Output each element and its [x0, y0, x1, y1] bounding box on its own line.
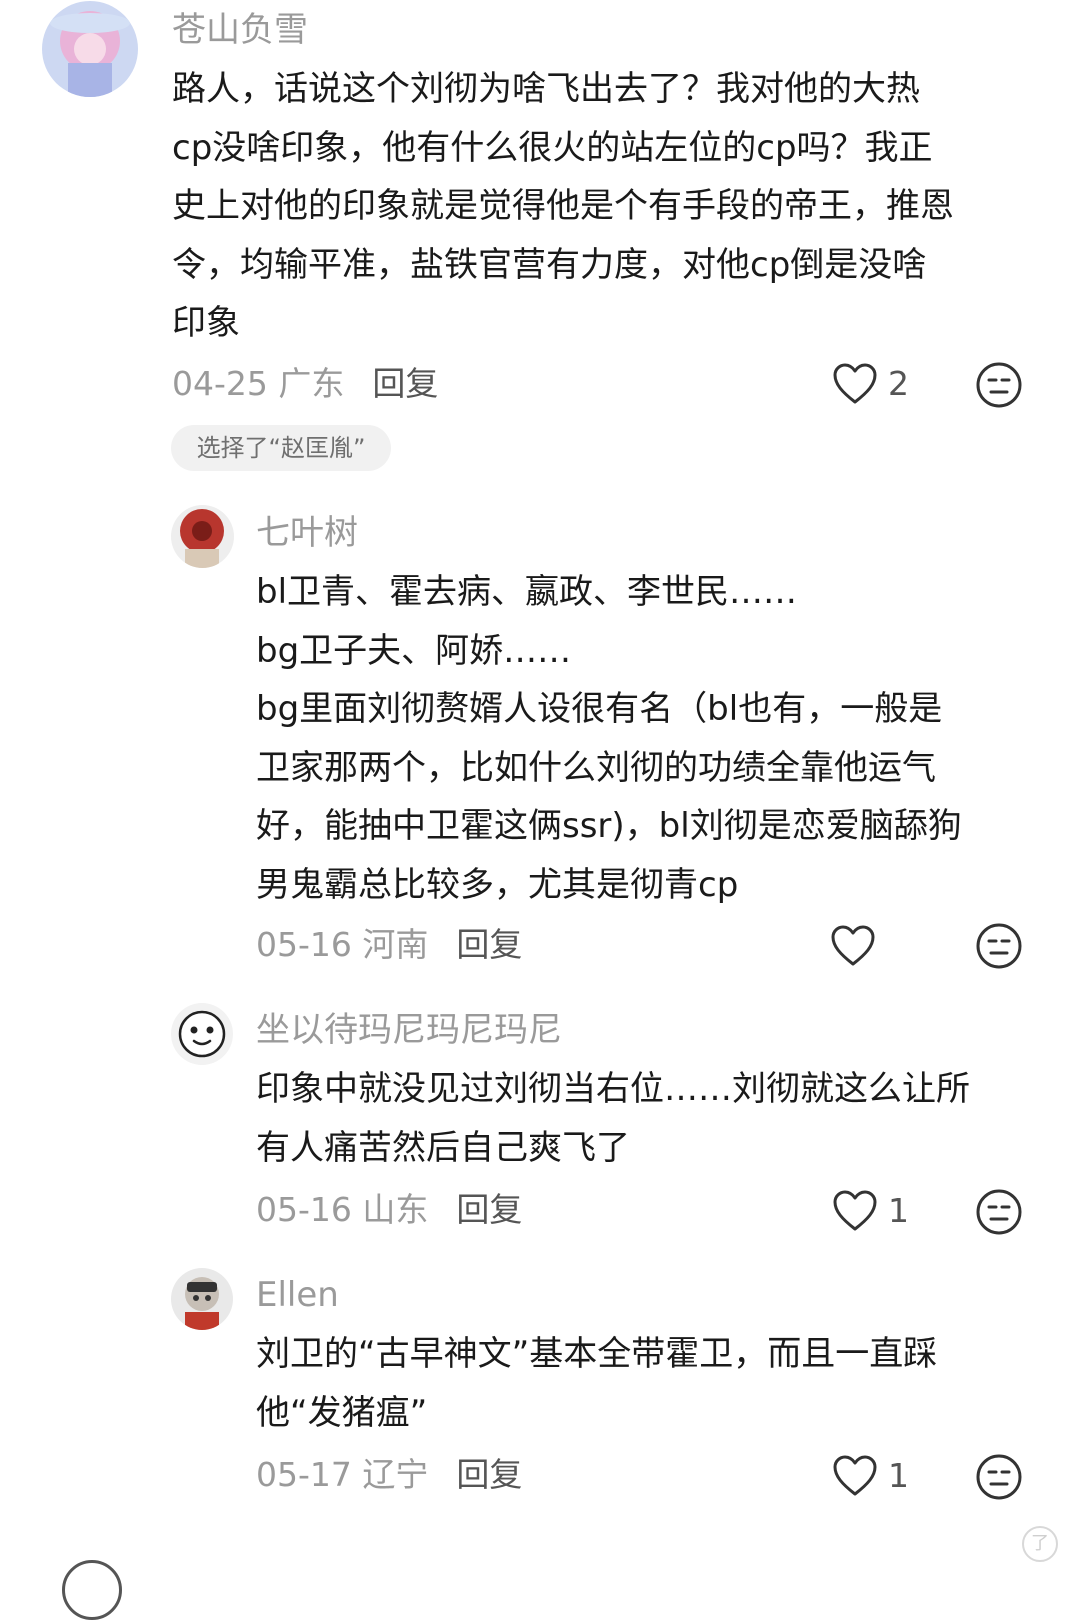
date-location: 05-16 河南 [256, 925, 429, 964]
text-line: bg里面刘彻赘婿人设很有名（bl也有，一般是 [256, 689, 943, 729]
dislike-button[interactable] [975, 361, 1023, 409]
heart-outline-icon [833, 1190, 877, 1231]
text-line: 路人，话说这个刘彻为啥飞出去了？我对他的大热 [172, 69, 920, 109]
text-line: 他“发猪瘟” [256, 1392, 428, 1433]
text-line: 刘卫的“古早神文”基本全带霍卫，而且一直踩 [256, 1334, 938, 1374]
watermark-logo: 了 [1022, 1526, 1058, 1562]
text-line: 有人痛苦然后自己爽飞了 [256, 1127, 630, 1168]
text-line: 印象中就没见过刘彻当右位……刘彻就这么让所 [256, 1069, 970, 1109]
comment-text: 印象中就没见过刘彻当右位……刘彻就这么让所 有人痛苦然后自己爽飞了 [256, 1060, 970, 1177]
text-line: 印象 [172, 303, 240, 343]
text-line: 史上对他的印象就是觉得他是个有手段的帝王，推恩 [172, 186, 954, 226]
heart-outline-icon [831, 925, 875, 966]
text-line: 卫家那两个，比如什么刘彻的功绩全靠他运气 [256, 747, 936, 788]
neutral-face-icon [976, 1454, 1022, 1500]
text-line: 男鬼霸总比较多，尤其是彻青cp [256, 864, 739, 905]
avatar[interactable] [171, 1268, 233, 1330]
comment-text: bl卫青、霍去病、嬴政、李世民…… bg卫子夫、阿娇…… bg里面刘彻赘婿人设很… [256, 563, 962, 914]
like-button[interactable]: 2 [832, 362, 909, 406]
like-count: 1 [888, 1456, 909, 1495]
vote-chip: 选择了“赵匡胤” [171, 425, 391, 471]
neutral-face-icon [976, 362, 1022, 408]
avatar[interactable] [171, 1003, 233, 1065]
dislike-button[interactable] [975, 1453, 1023, 1501]
avatar-cartoon-face-icon [171, 1003, 233, 1065]
like-count: 2 [888, 364, 909, 403]
comment-meta: 05-16 河南 回复 [256, 925, 522, 965]
username[interactable]: 苍山负雪 [172, 10, 308, 50]
comment-meta: 05-16 山东 回复 [256, 1190, 522, 1230]
comment-text: 刘卫的“古早神文”基本全带霍卫，而且一直踩 他“发猪瘟” [256, 1325, 937, 1442]
heart-outline-icon [833, 1455, 877, 1496]
neutral-face-icon [976, 1189, 1022, 1235]
avatar-anime-girl-icon [42, 1, 138, 97]
like-button[interactable] [830, 924, 886, 968]
heart-outline-icon [833, 363, 877, 404]
dislike-button[interactable] [975, 1188, 1023, 1236]
next-comment-avatar[interactable] [62, 1560, 122, 1620]
avatar[interactable] [42, 1, 138, 97]
date-location: 04-25 广东 [172, 364, 345, 403]
comment-meta: 05-17 辽宁 回复 [256, 1455, 522, 1495]
text-line: bl卫青、霍去病、嬴政、李世民…… [256, 572, 798, 612]
text-line: 好，能抽中卫霍这俩ssr)，bl刘彻是恋爱脑舔狗 [256, 806, 962, 846]
text-line: 令，均输平准，盐铁官营有力度，对他cp倒是没啥 [172, 244, 927, 285]
date-location: 05-16 山东 [256, 1190, 429, 1229]
neutral-face-icon [976, 923, 1022, 969]
reply-button[interactable]: 回复 [456, 1455, 522, 1494]
avatar[interactable] [171, 505, 234, 568]
comment-meta: 04-25 广东 回复 [172, 364, 438, 404]
reply-button[interactable]: 回复 [456, 925, 522, 964]
like-button[interactable]: 1 [832, 1454, 909, 1498]
date-location: 05-17 辽宁 [256, 1455, 429, 1494]
avatar-mask-icon [171, 505, 234, 568]
like-button[interactable]: 1 [832, 1189, 909, 1233]
reply-button[interactable]: 回复 [456, 1190, 522, 1229]
dislike-button[interactable] [975, 922, 1023, 970]
like-count: 1 [888, 1191, 909, 1230]
reply-button[interactable]: 回复 [372, 364, 438, 403]
text-line: bg卫子夫、阿娇…… [256, 630, 572, 671]
username[interactable]: 坐以待玛尼玛尼玛尼 [256, 1010, 562, 1050]
username[interactable]: 七叶树 [256, 513, 358, 553]
text-line: cp没啥印象，他有什么很火的站左位的cp吗？我正 [172, 127, 933, 168]
comment-text: 路人，话说这个刘彻为啥飞出去了？我对他的大热 cp没啥印象，他有什么很火的站左位… [172, 60, 954, 353]
avatar-chibi-character-icon [171, 1268, 233, 1330]
username[interactable]: Ellen [256, 1275, 339, 1315]
